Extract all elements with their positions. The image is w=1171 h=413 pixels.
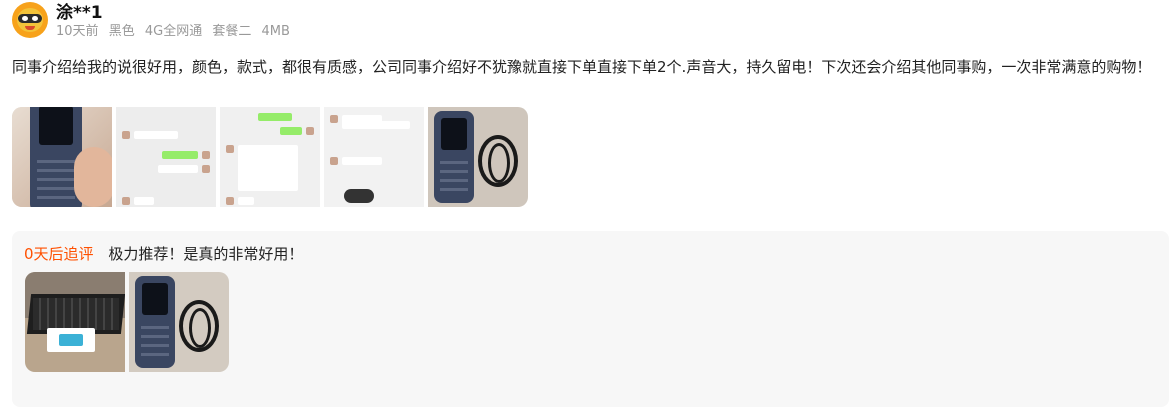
review-header: 涂**1 10天前 黑色 4G全网通 套餐二 4MB	[12, 2, 296, 40]
spec-color: 黑色	[108, 24, 135, 39]
review-image[interactable]	[324, 107, 424, 207]
review-image[interactable]	[428, 107, 528, 207]
username: 涂**1	[56, 3, 103, 23]
followup-image-gallery	[25, 272, 229, 372]
user-avatar[interactable]	[12, 2, 48, 38]
followup-image[interactable]	[25, 272, 125, 372]
review-image[interactable]	[220, 107, 320, 207]
followup-tag: 0天后追评	[24, 245, 94, 263]
review-subinfo: 10天前 黑色 4G全网通 套餐二 4MB	[56, 24, 296, 40]
review-time: 10天前	[56, 24, 99, 39]
review-image-gallery	[12, 107, 528, 207]
review-image[interactable]	[12, 107, 112, 207]
review-image[interactable]	[116, 107, 216, 207]
spec-memory: 4MB	[261, 24, 290, 39]
followup-review: 0天后追评 极力推荐！是真的非常好用！	[12, 231, 1169, 407]
spec-network: 4G全网通	[144, 24, 203, 39]
followup-text: 极力推荐！是真的非常好用！	[108, 245, 304, 263]
user-meta: 涂**1 10天前 黑色 4G全网通 套餐二 4MB	[56, 2, 296, 40]
followup-image[interactable]	[129, 272, 229, 372]
review-text: 同事介绍给我的说很好用，颜色，款式，都很有质感，公司同事介绍好不犹豫就直接下单直…	[12, 58, 1152, 76]
followup-line: 0天后追评 极力推荐！是真的非常好用！	[24, 243, 303, 265]
spec-package: 套餐二	[212, 24, 252, 39]
